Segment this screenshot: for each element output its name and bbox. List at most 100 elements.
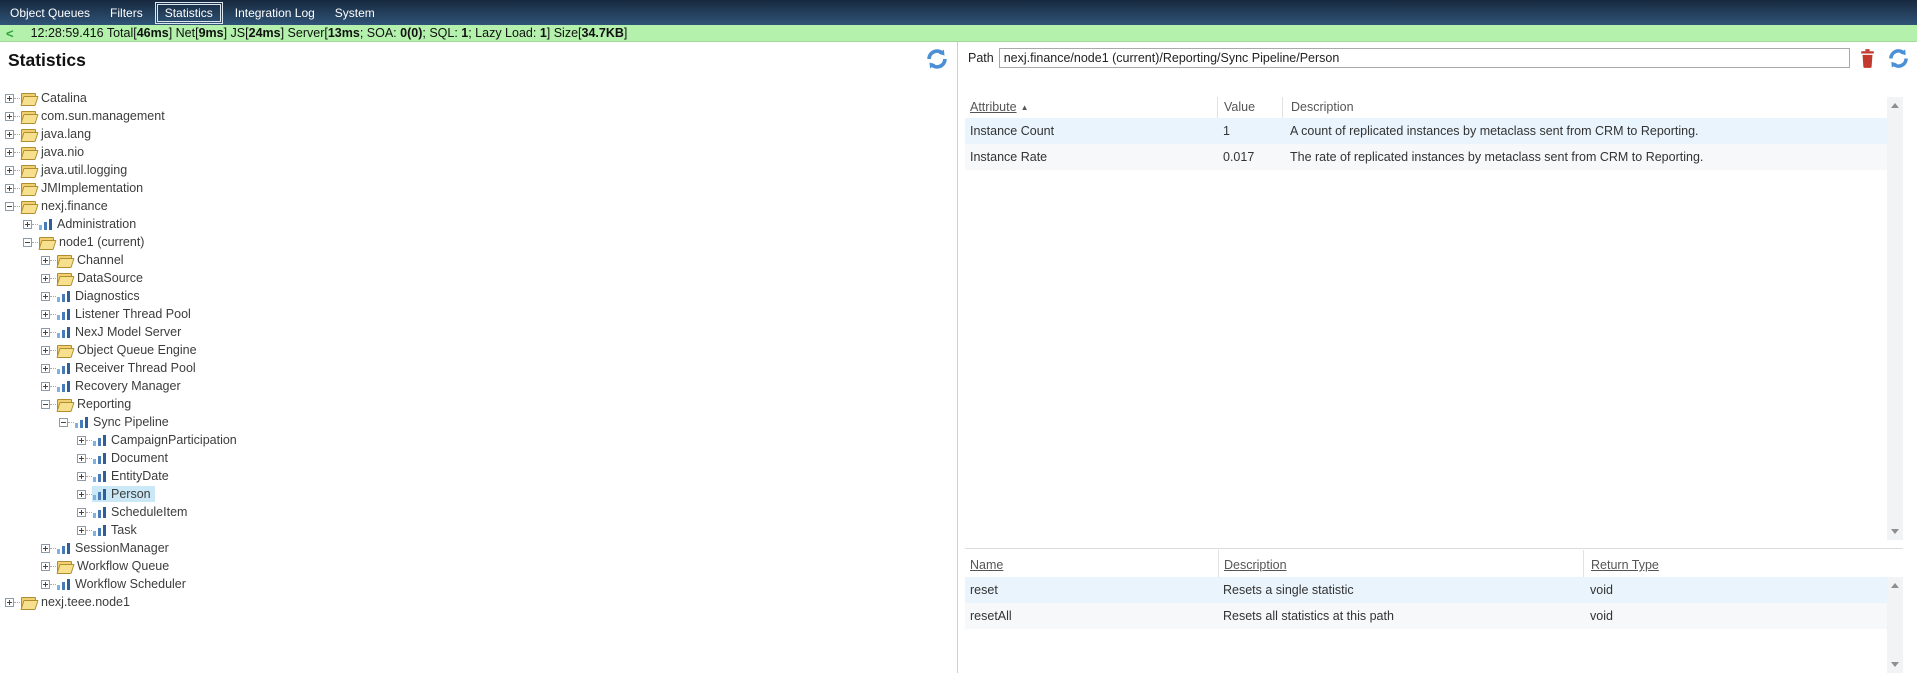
expand-box-icon[interactable] — [77, 526, 86, 535]
column-header-attribute[interactable]: Attribute▲ — [965, 97, 1217, 118]
collapse-arrow-icon[interactable]: < — [6, 26, 14, 41]
tree-node[interactable]: DataSource — [56, 270, 147, 286]
operation-row[interactable]: resetResets a single statisticvoid — [965, 577, 1887, 603]
tree-item-workflow-queue[interactable]: Workflow Queue — [0, 557, 956, 575]
expand-box-icon[interactable] — [41, 274, 50, 283]
detail-refresh-button[interactable] — [1885, 46, 1912, 71]
expand-box-icon[interactable] — [41, 544, 50, 553]
tree-node[interactable]: node1 (current) — [38, 234, 148, 250]
expand-box-icon[interactable] — [5, 184, 14, 193]
menu-item-statistics[interactable]: Statistics — [157, 4, 221, 22]
tree-node[interactable]: Workflow Scheduler — [56, 576, 190, 592]
expand-box-icon[interactable] — [5, 148, 14, 157]
tree-node[interactable]: Object Queue Engine — [56, 342, 201, 358]
expand-box-icon[interactable] — [77, 508, 86, 517]
tree-item-nexj-model-server[interactable]: NexJ Model Server — [0, 323, 956, 341]
tree-node[interactable]: Channel — [56, 252, 128, 268]
collapse-box-icon[interactable] — [5, 202, 14, 211]
tree-item-person[interactable]: Person — [0, 485, 956, 503]
tree-item-node1-current[interactable]: node1 (current) — [0, 233, 956, 251]
scroll-down-icon[interactable] — [1891, 529, 1899, 534]
expand-box-icon[interactable] — [41, 562, 50, 571]
tree-node[interactable]: Workflow Queue — [56, 558, 173, 574]
tree-item-com-sun-management[interactable]: com.sun.management — [0, 107, 956, 125]
tree-node[interactable]: Sync Pipeline — [74, 414, 173, 430]
expand-box-icon[interactable] — [41, 256, 50, 265]
tree-item-channel[interactable]: Channel — [0, 251, 956, 269]
tree-item-nexj-finance[interactable]: nexj.finance — [0, 197, 956, 215]
tree-node[interactable]: SessionManager — [56, 540, 173, 556]
expand-box-icon[interactable] — [41, 292, 50, 301]
expand-box-icon[interactable] — [5, 166, 14, 175]
expand-box-icon[interactable] — [41, 580, 50, 589]
tree-node[interactable]: ScheduleItem — [92, 504, 191, 520]
path-input[interactable] — [999, 48, 1850, 68]
expand-box-icon[interactable] — [5, 598, 14, 607]
tree-node[interactable]: java.util.logging — [20, 162, 131, 178]
menu-item-integration-log[interactable]: Integration Log — [225, 4, 325, 22]
menu-item-filters[interactable]: Filters — [100, 4, 153, 22]
tree-item-jmimplementation[interactable]: JMImplementation — [0, 179, 956, 197]
expand-box-icon[interactable] — [77, 454, 86, 463]
tree-item-scheduleitem[interactable]: ScheduleItem — [0, 503, 956, 521]
expand-box-icon[interactable] — [77, 436, 86, 445]
column-header-description[interactable]: Description — [1218, 550, 1583, 577]
delete-statistic-button[interactable] — [1859, 48, 1876, 68]
attribute-row[interactable]: Instance Count1A count of replicated ins… — [965, 118, 1887, 144]
attributes-scrollbar[interactable] — [1887, 97, 1903, 540]
tree-node[interactable]: Diagnostics — [56, 288, 144, 304]
tree-item-sessionmanager[interactable]: SessionManager — [0, 539, 956, 557]
tree-item-diagnostics[interactable]: Diagnostics — [0, 287, 956, 305]
tree-item-reporting[interactable]: Reporting — [0, 395, 956, 413]
expand-box-icon[interactable] — [41, 310, 50, 319]
tree-node[interactable]: java.nio — [20, 144, 88, 160]
collapse-box-icon[interactable] — [59, 418, 68, 427]
tree-node[interactable]: Catalina — [20, 90, 91, 106]
tree-item-receiver-thread-pool[interactable]: Receiver Thread Pool — [0, 359, 956, 377]
operation-row[interactable]: resetAllResets all statistics at this pa… — [965, 603, 1887, 629]
menu-item-object-queues[interactable]: Object Queues — [0, 4, 100, 22]
tree-node[interactable]: com.sun.management — [20, 108, 169, 124]
tree-item-java-lang[interactable]: java.lang — [0, 125, 956, 143]
tree-node[interactable]: EntityDate — [92, 468, 173, 484]
tree-node[interactable]: Recovery Manager — [56, 378, 185, 394]
column-header-description[interactable]: Description — [1282, 97, 1887, 118]
tree-node[interactable]: CampaignParticipation — [92, 432, 241, 448]
tree-item-sync-pipeline[interactable]: Sync Pipeline — [0, 413, 956, 431]
tree-node[interactable]: NexJ Model Server — [56, 324, 185, 340]
expand-box-icon[interactable] — [5, 112, 14, 121]
expand-box-icon[interactable] — [41, 364, 50, 373]
tree-item-workflow-scheduler[interactable]: Workflow Scheduler — [0, 575, 956, 593]
expand-box-icon[interactable] — [23, 220, 32, 229]
tree-item-java-util-logging[interactable]: java.util.logging — [0, 161, 956, 179]
tree-item-campaignparticipation[interactable]: CampaignParticipation — [0, 431, 956, 449]
tree-item-task[interactable]: Task — [0, 521, 956, 539]
tree-item-datasource[interactable]: DataSource — [0, 269, 956, 287]
menu-item-system[interactable]: System — [325, 4, 385, 22]
tree-node[interactable]: Reporting — [56, 396, 135, 412]
tree-node[interactable]: Document — [92, 450, 172, 466]
tree-node[interactable]: nexj.teee.node1 — [20, 594, 134, 610]
tree-item-recovery-manager[interactable]: Recovery Manager — [0, 377, 956, 395]
tree-item-java-nio[interactable]: java.nio — [0, 143, 956, 161]
expand-box-icon[interactable] — [77, 490, 86, 499]
collapse-box-icon[interactable] — [41, 400, 50, 409]
tree-node[interactable]: JMImplementation — [20, 180, 147, 196]
scroll-down-icon[interactable] — [1891, 662, 1899, 667]
tree-node[interactable]: Task — [92, 522, 141, 538]
expand-box-icon[interactable] — [41, 382, 50, 391]
tree-node[interactable]: Administration — [38, 216, 140, 232]
scroll-up-icon[interactable] — [1891, 583, 1899, 588]
expand-box-icon[interactable] — [77, 472, 86, 481]
column-header-return-type[interactable]: Return Type — [1583, 550, 1887, 577]
tree-refresh-button[interactable] — [923, 46, 951, 72]
tree-item-entitydate[interactable]: EntityDate — [0, 467, 956, 485]
tree-node[interactable]: java.lang — [20, 126, 95, 142]
tree-item-document[interactable]: Document — [0, 449, 956, 467]
tree-item-administration[interactable]: Administration — [0, 215, 956, 233]
tree-node[interactable]: nexj.finance — [20, 198, 112, 214]
tree-node[interactable]: Person — [92, 486, 155, 502]
expand-box-icon[interactable] — [5, 130, 14, 139]
column-header-name[interactable]: Name — [965, 550, 1218, 577]
column-header-value[interactable]: Value — [1217, 97, 1282, 118]
